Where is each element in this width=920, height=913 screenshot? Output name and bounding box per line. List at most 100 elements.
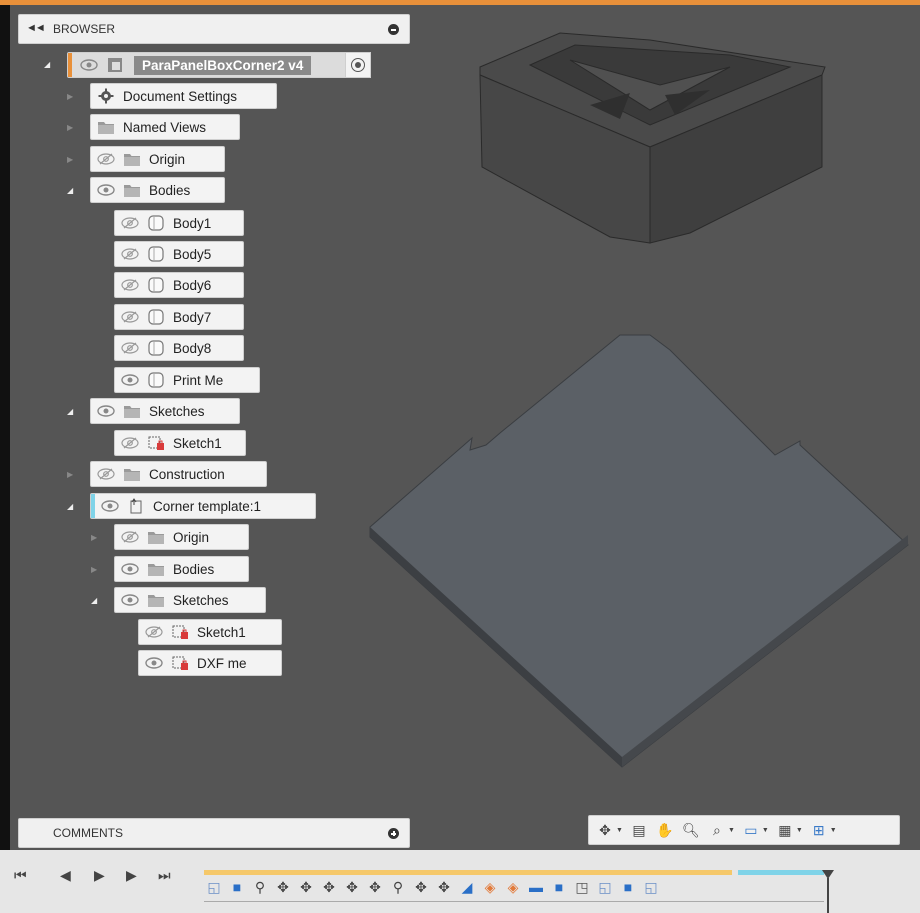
- visibility-hidden-icon[interactable]: [145, 626, 163, 638]
- folder-icon: [147, 529, 165, 545]
- add-comment-button[interactable]: [388, 828, 399, 839]
- visibility-hidden-icon[interactable]: [121, 217, 139, 229]
- visibility-eye-icon[interactable]: [97, 405, 115, 417]
- move-feature-icon[interactable]: ✥: [434, 877, 454, 897]
- extrude-feature-icon[interactable]: ■: [227, 877, 247, 897]
- browser-node-template-bodies[interactable]: Bodies: [114, 556, 249, 582]
- expand-arrow-icon[interactable]: ▶: [91, 565, 101, 575]
- chamfer-feature-icon[interactable]: ◈: [503, 877, 523, 897]
- sketch-feature-icon[interactable]: ◱: [641, 877, 661, 897]
- fit-window-icon[interactable]: ⌕: [707, 820, 727, 840]
- browser-node-corner-template[interactable]: Corner template:1: [90, 493, 316, 519]
- browser-node-body7[interactable]: Body7: [114, 304, 244, 330]
- visibility-hidden-icon[interactable]: [121, 248, 139, 260]
- browser-node-sketch1[interactable]: Sketch1: [114, 430, 246, 456]
- visibility-eye-icon[interactable]: [80, 59, 98, 71]
- browser-node-body1[interactable]: Body1: [114, 210, 244, 236]
- browser-node-sketches[interactable]: Sketches: [90, 398, 240, 424]
- pan-hand-icon[interactable]: ✋: [655, 820, 675, 840]
- panel-template-model[interactable]: [369, 334, 909, 768]
- timeline-marker-line[interactable]: [827, 878, 829, 913]
- combine-feature-icon[interactable]: ◢: [457, 877, 477, 897]
- sketch-feature-icon[interactable]: ◱: [204, 877, 224, 897]
- corner-piece-model[interactable]: [479, 32, 826, 244]
- browser-node-template-sketch1[interactable]: Sketch1: [138, 619, 282, 645]
- visibility-eye-icon[interactable]: [145, 657, 163, 669]
- pattern-feature-icon[interactable]: ⚲: [388, 877, 408, 897]
- browser-node-body8[interactable]: Body8: [114, 335, 244, 361]
- go-to-start-icon[interactable]: ⏮: [14, 867, 27, 884]
- visibility-hidden-icon[interactable]: [121, 437, 139, 449]
- move-feature-icon[interactable]: ✥: [296, 877, 316, 897]
- extrude-feature-icon[interactable]: ■: [549, 877, 569, 897]
- browser-node-print-me[interactable]: Print Me: [114, 367, 260, 393]
- visibility-eye-icon[interactable]: [121, 594, 139, 606]
- browser-node-construction[interactable]: Construction: [90, 461, 267, 487]
- move-feature-icon[interactable]: ✥: [411, 877, 431, 897]
- play-icon[interactable]: ▶: [94, 867, 105, 884]
- go-to-end-icon[interactable]: ⏭: [158, 867, 171, 884]
- expand-arrow-icon[interactable]: ◢: [67, 407, 77, 417]
- zoom-icon[interactable]: 🔍︎: [681, 820, 701, 840]
- visibility-eye-icon[interactable]: [121, 374, 139, 386]
- collapse-panel-icon[interactable]: ◄◄: [26, 22, 46, 34]
- visibility-hidden-icon[interactable]: [121, 342, 139, 354]
- grid-settings-icon[interactable]: ▦: [775, 820, 795, 840]
- split-feature-icon[interactable]: ▬: [526, 877, 546, 897]
- expand-arrow-icon[interactable]: ▶: [67, 92, 77, 102]
- expand-arrow-icon[interactable]: ◢: [44, 60, 54, 70]
- move-feature-icon[interactable]: ✥: [342, 877, 362, 897]
- chevron-down-icon[interactable]: ▼: [762, 827, 769, 834]
- minimize-browser-button[interactable]: [388, 24, 399, 35]
- visibility-hidden-icon[interactable]: [97, 153, 115, 165]
- visibility-eye-icon[interactable]: [97, 184, 115, 196]
- node-label: Body5: [173, 246, 212, 262]
- browser-node-dxf-me[interactable]: DXF me: [138, 650, 282, 676]
- sketch-feature-icon[interactable]: ◱: [595, 877, 615, 897]
- chevron-down-icon[interactable]: ▼: [728, 827, 735, 834]
- chevron-down-icon[interactable]: ▼: [616, 827, 623, 834]
- move-feature-icon[interactable]: ✥: [319, 877, 339, 897]
- move-feature-icon[interactable]: ✥: [365, 877, 385, 897]
- step-forward-icon[interactable]: ▶: [126, 867, 137, 884]
- chevron-down-icon[interactable]: ▼: [830, 827, 837, 834]
- browser-node-body6[interactable]: Body6: [114, 272, 244, 298]
- browser-root-component[interactable]: ParaPanelBoxCorner2 v4: [67, 52, 351, 78]
- browser-node-template-origin[interactable]: Origin: [114, 524, 249, 550]
- expand-arrow-icon[interactable]: ▶: [67, 155, 77, 165]
- chamfer-feature-icon[interactable]: ◈: [480, 877, 500, 897]
- viewports-icon[interactable]: ⊞: [809, 820, 829, 840]
- visibility-hidden-icon[interactable]: [121, 531, 139, 543]
- node-label: Bodies: [173, 561, 215, 577]
- expand-arrow-icon[interactable]: ◢: [91, 596, 101, 606]
- browser-node-document-settings[interactable]: Document Settings: [90, 83, 277, 109]
- expand-arrow-icon[interactable]: ▶: [91, 533, 101, 543]
- extrude-feature-icon[interactable]: ■: [618, 877, 638, 897]
- visibility-eye-icon[interactable]: [121, 563, 139, 575]
- browser-node-bodies[interactable]: Bodies: [90, 177, 225, 203]
- browser-node-named-views[interactable]: Named Views: [90, 114, 240, 140]
- visibility-hidden-icon[interactable]: [97, 468, 115, 480]
- visibility-hidden-icon[interactable]: [121, 279, 139, 291]
- comments-panel-header[interactable]: COMMENTS: [18, 818, 410, 848]
- expand-arrow-icon[interactable]: ◢: [67, 186, 77, 196]
- visibility-eye-icon[interactable]: [101, 500, 119, 512]
- browser-title: BROWSER: [53, 22, 116, 36]
- expand-arrow-icon[interactable]: ▶: [67, 123, 77, 133]
- expand-arrow-icon[interactable]: ◢: [67, 502, 77, 512]
- fillet-feature-icon[interactable]: ◳: [572, 877, 592, 897]
- browser-node-origin[interactable]: Origin: [90, 146, 225, 172]
- activate-radio-button[interactable]: [345, 52, 371, 78]
- expand-arrow-icon[interactable]: ▶: [67, 470, 77, 480]
- browser-node-body5[interactable]: Body5: [114, 241, 244, 267]
- chevron-down-icon[interactable]: ▼: [796, 827, 803, 834]
- look-at-icon[interactable]: ▤: [629, 820, 649, 840]
- orbit-icon[interactable]: ✥: [595, 820, 615, 840]
- step-back-icon[interactable]: ◀: [60, 867, 71, 884]
- visibility-hidden-icon[interactable]: [121, 311, 139, 323]
- display-settings-icon[interactable]: ▭: [741, 820, 761, 840]
- move-feature-icon[interactable]: ✥: [273, 877, 293, 897]
- comments-title: COMMENTS: [53, 826, 123, 840]
- browser-node-template-sketches[interactable]: Sketches: [114, 587, 266, 613]
- pattern-feature-icon[interactable]: ⚲: [250, 877, 270, 897]
